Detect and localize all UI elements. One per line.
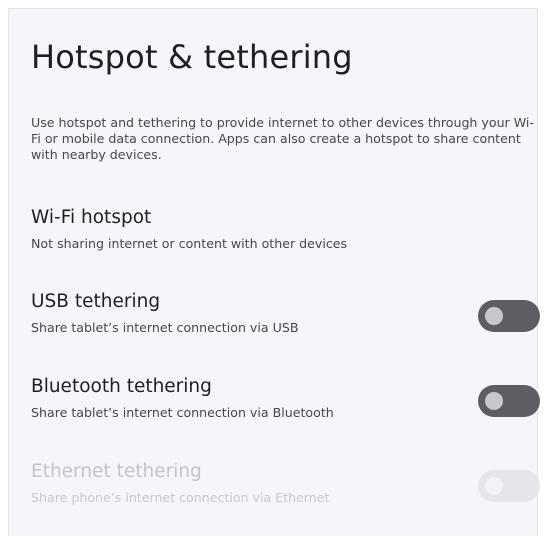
- settings-panel: Hotspot & tethering Use hotspot and teth…: [8, 8, 540, 536]
- usb-tethering-switch[interactable]: [478, 300, 540, 332]
- wifi-hotspot-summary: Not sharing internet or content with oth…: [31, 236, 348, 251]
- switch-thumb: [485, 392, 503, 410]
- usb-tethering-row[interactable]: USB tethering Share tablet’s internet co…: [9, 291, 540, 355]
- bluetooth-tethering-row[interactable]: Bluetooth tethering Share tablet’s inter…: [9, 376, 540, 440]
- bluetooth-tethering-summary: Share tablet’s internet connection via B…: [31, 405, 334, 420]
- intro-description: Use hotspot and tethering to provide int…: [31, 115, 534, 162]
- ethernet-tethering-title: Ethernet tethering: [31, 461, 202, 482]
- ethernet-tethering-summary: Share phone’s internet connection via Et…: [31, 490, 330, 505]
- ethernet-tethering-switch: [478, 470, 540, 502]
- switch-thumb: [485, 307, 503, 325]
- wifi-hotspot-title: Wi-Fi hotspot: [31, 207, 152, 228]
- ethernet-tethering-row: Ethernet tethering Share phone’s interne…: [9, 461, 540, 525]
- usb-tethering-summary: Share tablet’s internet connection via U…: [31, 320, 299, 335]
- usb-tethering-title: USB tethering: [31, 291, 161, 312]
- bluetooth-tethering-title: Bluetooth tethering: [31, 376, 212, 397]
- switch-thumb: [485, 477, 503, 495]
- page-title: Hotspot & tethering: [31, 38, 353, 76]
- bluetooth-tethering-switch[interactable]: [478, 385, 540, 417]
- wifi-hotspot-row[interactable]: Wi-Fi hotspot Not sharing internet or co…: [9, 207, 539, 271]
